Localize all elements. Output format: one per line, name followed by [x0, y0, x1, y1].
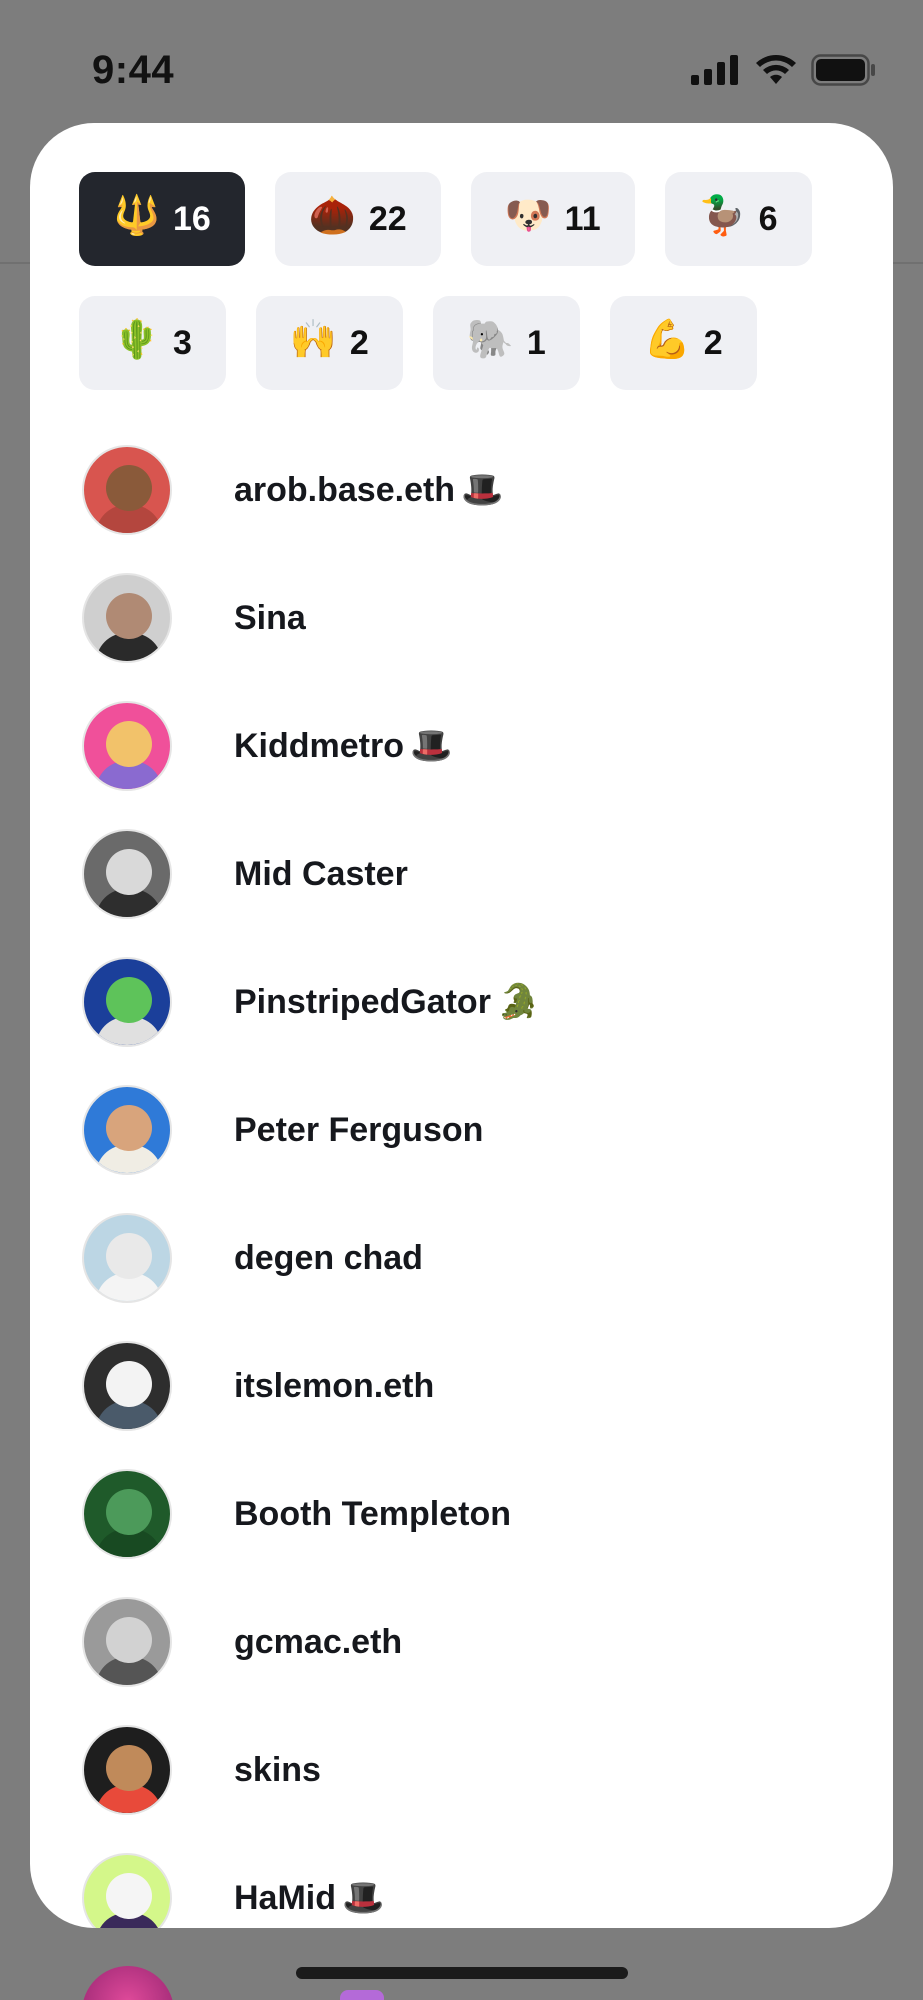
username: Peter Ferguson	[234, 1111, 483, 1150]
avatar[interactable]	[82, 1853, 172, 1928]
username: skins	[234, 1751, 321, 1790]
username: arob.base.eth 🎩	[234, 471, 503, 510]
username: HaMid 🎩	[234, 1879, 384, 1918]
username: Mid Caster	[234, 855, 408, 894]
user-row[interactable]: skins	[30, 1706, 893, 1834]
user-row[interactable]: Peter Ferguson	[30, 1066, 893, 1194]
avatar[interactable]	[82, 573, 172, 663]
reaction-count: 1	[526, 323, 546, 362]
username: Kiddmetro 🎩	[234, 727, 452, 766]
user-row[interactable]: Kiddmetro 🎩	[30, 682, 893, 810]
username-text: PinstripedGator	[234, 982, 491, 1021]
dog-face-icon: 🐶	[504, 193, 552, 237]
username-text: HaMid	[234, 1878, 336, 1917]
trident-icon: 🔱	[113, 193, 161, 237]
reaction-count: 16	[173, 199, 211, 238]
username: degen chad	[234, 1239, 423, 1278]
crocodile-icon: 🐊	[496, 982, 540, 1022]
username-text: Sina	[234, 598, 306, 637]
raising-hands-icon: 🙌	[289, 317, 338, 361]
user-row[interactable]: Mid Caster	[30, 810, 893, 938]
avatar[interactable]	[82, 701, 172, 791]
username-text: arob.base.eth	[234, 470, 456, 509]
username: PinstripedGator 🐊	[234, 983, 539, 1022]
reaction-chip-cactus[interactable]: 🌵 3	[79, 296, 226, 390]
user-row[interactable]: PinstripedGator 🐊	[30, 938, 893, 1066]
username-text: Kiddmetro	[234, 726, 404, 765]
username-text: Booth Templeton	[234, 1494, 511, 1533]
elephant-icon: 🐘	[466, 317, 515, 361]
reaction-count: 22	[368, 199, 407, 238]
top-hat-icon: 🎩	[342, 1878, 385, 1918]
top-hat-icon: 🎩	[461, 470, 504, 510]
cactus-icon: 🌵	[113, 317, 161, 361]
avatar[interactable]	[82, 1469, 172, 1559]
background-badge	[340, 1990, 384, 2000]
reaction-count: 11	[564, 199, 601, 238]
user-row[interactable]: Sina	[30, 554, 893, 682]
username-text: Mid Caster	[234, 854, 408, 893]
reaction-chip-duck[interactable]: 🦆 6	[664, 172, 812, 266]
reaction-count: 2	[349, 323, 369, 362]
username: gcmac.eth	[234, 1623, 402, 1662]
user-row[interactable]: itslemon.eth	[30, 1322, 893, 1450]
status-icons	[691, 54, 877, 86]
top-hat-icon: 🎩	[410, 726, 453, 766]
user-row[interactable]: degen chad	[30, 1194, 893, 1322]
user-list: arob.base.eth 🎩 Sina Kiddmetro 🎩 Mid Caster…	[30, 426, 893, 1928]
username: itslemon.eth	[234, 1367, 434, 1406]
avatar[interactable]	[82, 1725, 172, 1815]
flexed-biceps-icon: 💪	[643, 317, 692, 361]
status-bar: 9:44	[0, 0, 923, 120]
reaction-filter-chips: 🔱 16 🌰 22 🐶 11 🦆 6 🌵 3 🙌 2 🐘 1 💪 2	[79, 172, 859, 390]
username-text: Peter Ferguson	[234, 1110, 484, 1149]
duck-icon: 🦆	[698, 193, 746, 237]
home-indicator[interactable]	[296, 1967, 628, 1979]
reaction-count: 6	[758, 199, 778, 238]
chestnut-icon: 🌰	[308, 193, 357, 237]
reaction-chip-dog-face[interactable]: 🐶 11	[470, 172, 635, 266]
battery-icon	[811, 54, 877, 86]
status-time: 9:44	[92, 48, 175, 92]
user-row[interactable]: arob.base.eth 🎩	[30, 426, 893, 554]
avatar[interactable]	[82, 1213, 172, 1303]
reaction-chip-trident[interactable]: 🔱 16	[79, 172, 245, 266]
background-avatar	[82, 1966, 174, 2000]
reaction-chip-elephant[interactable]: 🐘 1	[432, 296, 580, 390]
username-text: degen chad	[234, 1238, 423, 1277]
reaction-chip-raising-hands[interactable]: 🙌 2	[255, 296, 403, 390]
avatar[interactable]	[82, 957, 172, 1047]
username-text: skins	[234, 1750, 321, 1789]
user-row[interactable]: Booth Templeton	[30, 1450, 893, 1578]
avatar[interactable]	[82, 1597, 172, 1687]
reaction-chip-flexed-biceps[interactable]: 💪 2	[609, 296, 757, 390]
reaction-count: 3	[173, 323, 192, 362]
username: Booth Templeton	[234, 1495, 511, 1534]
user-row[interactable]: gcmac.eth	[30, 1578, 893, 1706]
user-row[interactable]: HaMid 🎩	[30, 1834, 893, 1928]
username-text: itslemon.eth	[234, 1366, 435, 1405]
avatar[interactable]	[82, 1085, 172, 1175]
signal-icon	[691, 55, 741, 85]
username-text: gcmac.eth	[234, 1622, 403, 1661]
wifi-icon	[755, 54, 797, 86]
username: Sina	[234, 599, 306, 638]
avatar[interactable]	[82, 829, 172, 919]
avatar[interactable]	[82, 445, 172, 535]
reaction-count: 2	[703, 323, 723, 362]
reaction-chip-chestnut[interactable]: 🌰 22	[274, 172, 441, 266]
avatar[interactable]	[82, 1341, 172, 1431]
reactions-sheet: 🔱 16 🌰 22 🐶 11 🦆 6 🌵 3 🙌 2 🐘 1 💪 2 arob.base.eth 🎩 Sina K…	[30, 123, 893, 1928]
